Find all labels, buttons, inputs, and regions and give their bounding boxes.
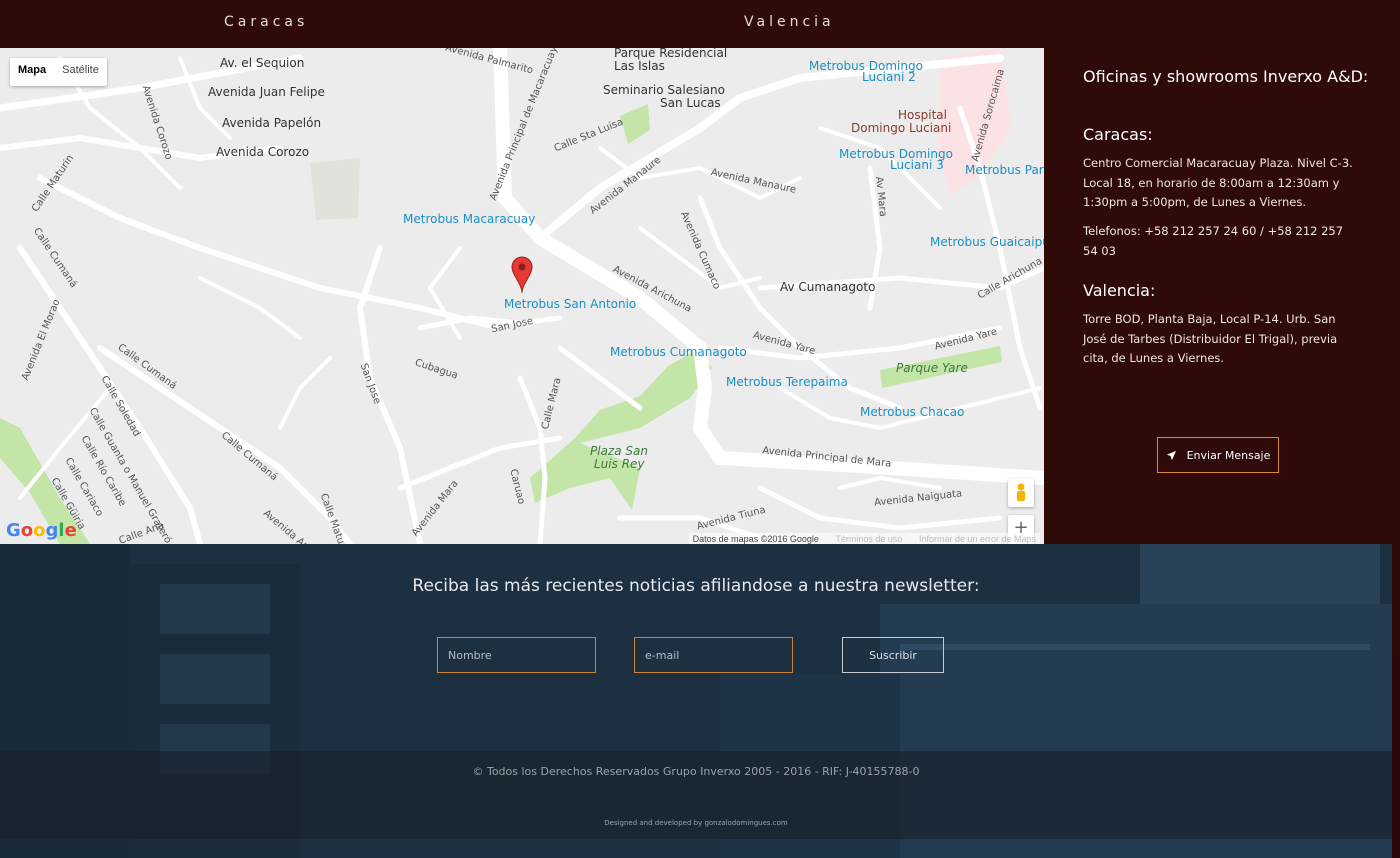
poi-label: Hospital (898, 108, 947, 122)
google-logo: Google (6, 520, 77, 541)
newsletter-title: Reciba las más recientes noticias afilia… (412, 576, 980, 596)
transit-label: Luciani 3 (890, 158, 944, 172)
map-type-control: Mapa Satélite (10, 58, 107, 86)
valencia-address: Torre BOD, Planta Baja, Local P-14. Urb.… (1083, 312, 1338, 365)
location-pin-icon[interactable] (511, 256, 533, 294)
tab-valencia[interactable]: Valencia (744, 14, 835, 30)
street-label: Avenida Juan Felipe (208, 85, 325, 99)
copyright-text: © Todos los Derechos Reservados Grupo In… (472, 765, 920, 778)
transit-label: Metrobus San Antonio (504, 297, 637, 311)
poi-label: Las Islas (614, 59, 665, 73)
poi-label: Domingo Luciani (851, 121, 952, 135)
transit-label: Metrobus Terepaima (726, 375, 848, 389)
report-error-link[interactable]: Informar de un error de Maps (919, 534, 1036, 544)
subscribe-button[interactable]: Suscribir (842, 637, 944, 673)
newsletter-section: Reciba las más recientes noticias afilia… (0, 544, 1392, 858)
transit-label: Luciani 2 (862, 70, 916, 84)
poi-label: San Lucas (660, 96, 721, 110)
location-tabs: Caracas Valencia (0, 0, 1400, 48)
poi-label: Seminario Salesiano (603, 83, 725, 97)
send-message-button[interactable]: Enviar Mensaje (1157, 437, 1279, 473)
transit-label: Metrobus Chacao (860, 405, 965, 419)
transit-label: Metrobus Macaracuay (403, 212, 536, 226)
street-label: Av Cumanagoto (780, 280, 876, 294)
street-label: Av. el Sequion (220, 56, 305, 70)
tab-caracas[interactable]: Caracas (224, 14, 308, 30)
offices-panel: Oficinas y showrooms Inverxo A&D: Caraca… (1044, 48, 1390, 544)
street-view-pegman-icon[interactable] (1008, 479, 1034, 507)
park-label: Luis Rey (594, 457, 645, 471)
map-type-satellite-button[interactable]: Satélite (54, 58, 107, 86)
offices-heading: Oficinas y showrooms Inverxo A&D: (1083, 67, 1369, 86)
send-message-label: Enviar Mensaje (1186, 448, 1271, 462)
credits-text: Designed and developed by gonzalodomingu… (604, 819, 788, 827)
transit-label: Metrobus Cumanagoto (610, 345, 747, 359)
email-input[interactable] (634, 637, 793, 673)
park-label: Parque Yare (896, 361, 968, 375)
attribution-text: Datos de mapas ©2016 Google (692, 534, 819, 544)
street-label: Avenida Papelón (222, 116, 322, 130)
valencia-heading: Valencia: (1083, 281, 1156, 300)
map[interactable]: Mapa Satélite Av. el Sequion Avenida Jua… (0, 48, 1044, 544)
map-type-map-button[interactable]: Mapa (10, 58, 54, 86)
terms-link[interactable]: Términos de uso (835, 534, 902, 544)
name-input[interactable] (437, 637, 596, 673)
map-attribution: Datos de mapas ©2016 Google Términos de … (688, 533, 1040, 544)
caracas-address: Centro Comercial Macaracuay Plaza. Nivel… (1083, 156, 1353, 209)
paper-plane-icon (1166, 450, 1176, 460)
park-label: Plaza San (590, 444, 648, 458)
caracas-heading: Caracas: (1083, 125, 1153, 144)
street-label: Avenida Corozo (216, 145, 310, 159)
transit-label: Metrobus Paran (965, 163, 1044, 177)
caracas-phones: Telefonos: +58 212 257 24 60 / +58 212 2… (1083, 224, 1344, 258)
transit-label: Metrobus Guaicaipuro (930, 235, 1044, 249)
